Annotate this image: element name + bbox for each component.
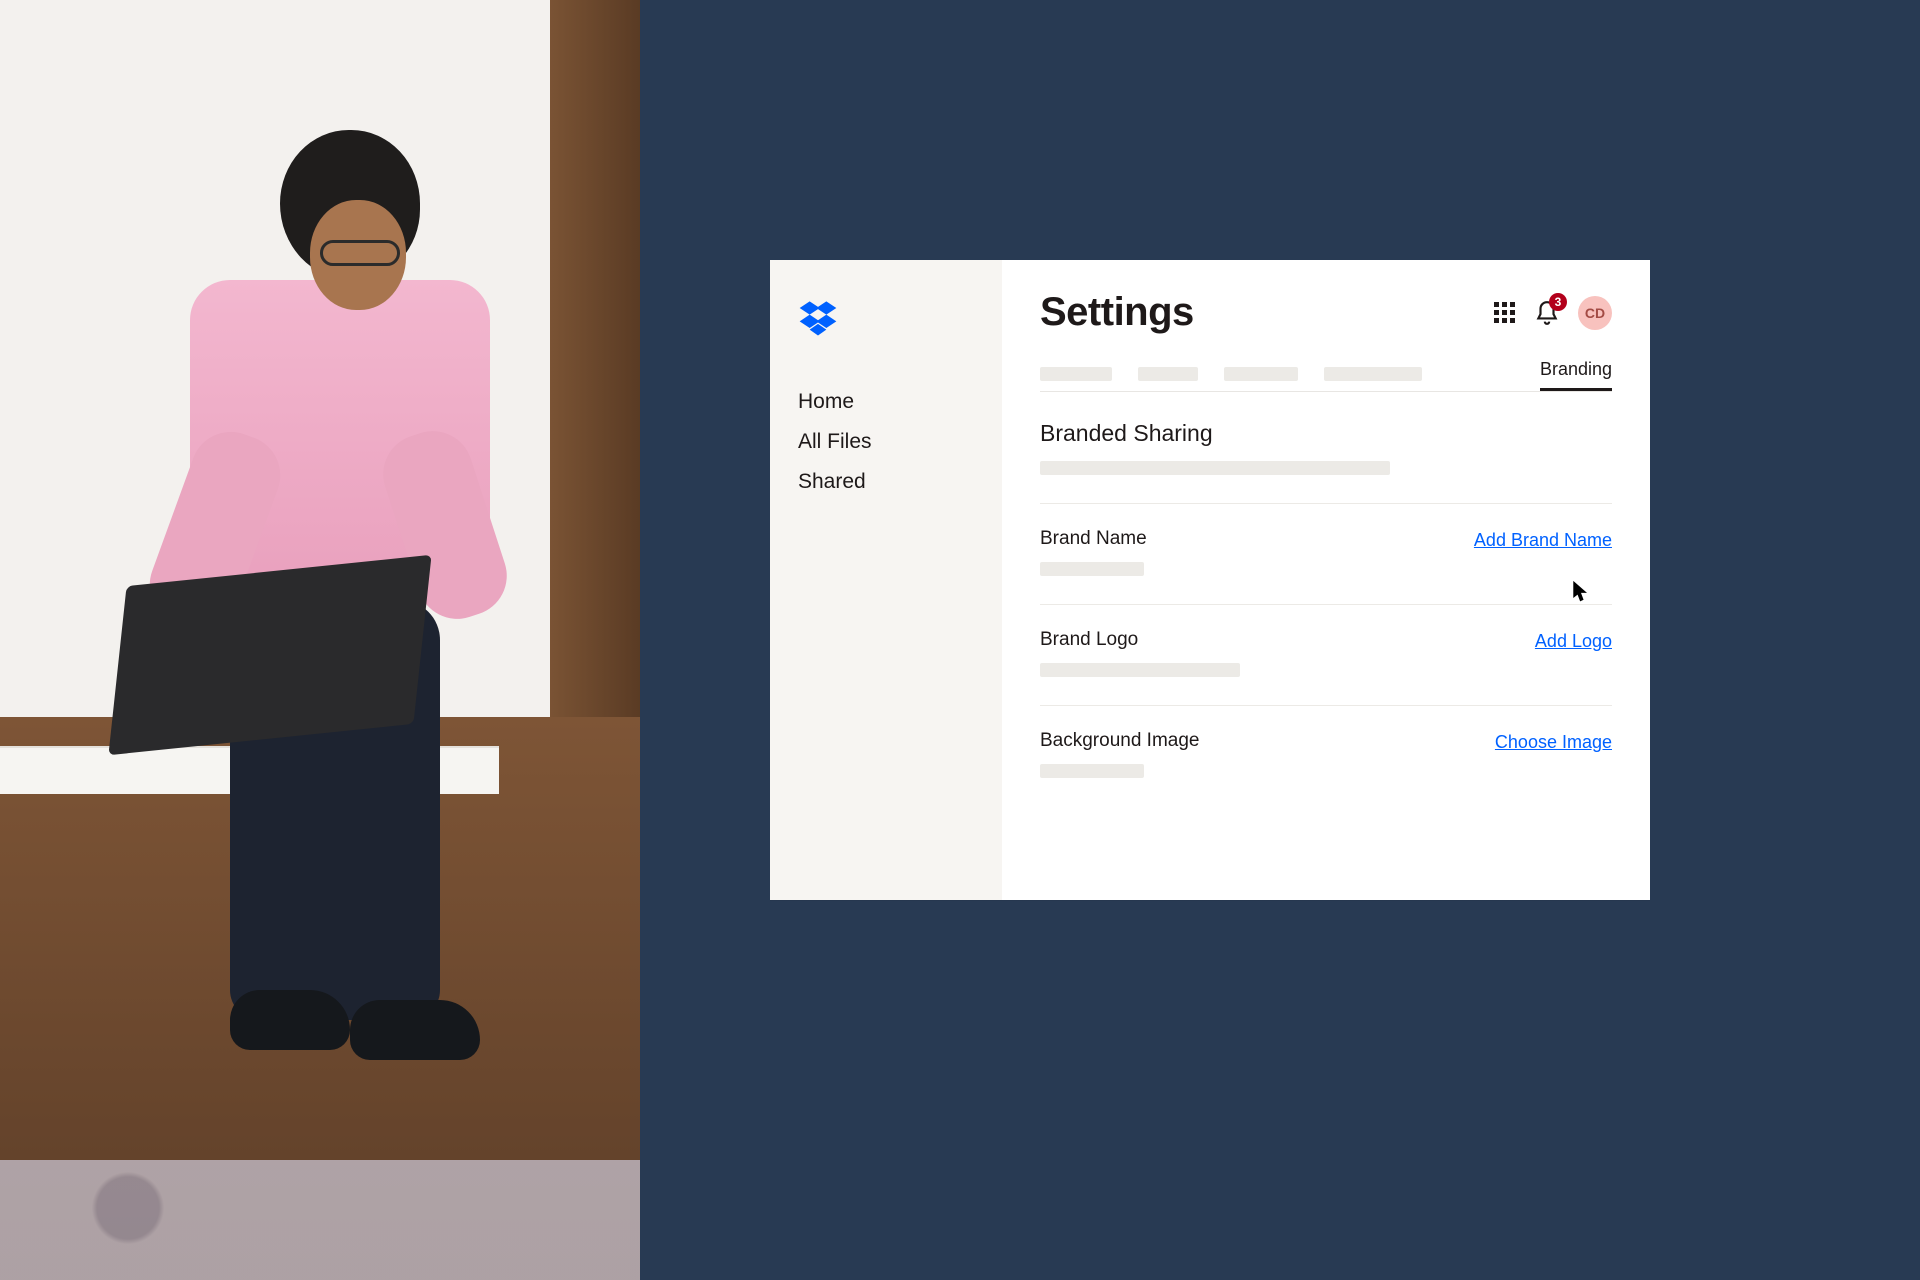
row-background-image: Background Image Choose Image — [1040, 730, 1612, 778]
sidebar-item-shared[interactable]: Shared — [798, 462, 974, 502]
app-grid-icon[interactable] — [1494, 302, 1516, 324]
stage-backdrop: Home All Files Shared Settings — [640, 0, 1920, 1280]
tab-placeholder[interactable] — [1138, 367, 1198, 381]
notification-badge: 3 — [1549, 293, 1567, 311]
tab-bar: Branding — [1040, 359, 1612, 392]
value-placeholder — [1040, 562, 1144, 576]
sidebar: Home All Files Shared — [770, 260, 1002, 900]
row-label: Brand Name — [1040, 528, 1147, 550]
description-placeholder — [1040, 461, 1390, 475]
bell-icon — [1534, 313, 1560, 330]
dropbox-logo-icon — [798, 298, 838, 338]
tab-branding[interactable]: Branding — [1540, 359, 1612, 391]
notifications-button[interactable]: 3 — [1534, 300, 1560, 326]
value-placeholder — [1040, 663, 1240, 677]
main-panel: Settings 3 CD — [1002, 260, 1650, 900]
marketing-photo — [0, 0, 640, 1280]
divider — [1040, 503, 1612, 504]
row-brand-logo: Brand Logo Add Logo — [1040, 629, 1612, 677]
add-logo-link[interactable]: Add Logo — [1535, 631, 1612, 652]
row-label: Brand Logo — [1040, 629, 1240, 651]
row-label: Background Image — [1040, 730, 1200, 752]
app-window: Home All Files Shared Settings — [770, 260, 1650, 900]
divider — [1040, 604, 1612, 605]
page-title: Settings — [1040, 290, 1194, 335]
tab-placeholder[interactable] — [1224, 367, 1298, 381]
tab-placeholder[interactable] — [1324, 367, 1422, 381]
cursor-icon — [1572, 580, 1590, 604]
row-brand-name: Brand Name Add Brand Name — [1040, 528, 1612, 576]
divider — [1040, 705, 1612, 706]
account-avatar[interactable]: CD — [1578, 296, 1612, 330]
sidebar-item-home[interactable]: Home — [798, 382, 974, 422]
choose-image-link[interactable]: Choose Image — [1495, 732, 1612, 753]
add-brand-name-link[interactable]: Add Brand Name — [1474, 530, 1612, 551]
tab-placeholder[interactable] — [1040, 367, 1112, 381]
section-title: Branded Sharing — [1040, 420, 1612, 447]
value-placeholder — [1040, 764, 1144, 778]
sidebar-item-all-files[interactable]: All Files — [798, 422, 974, 462]
